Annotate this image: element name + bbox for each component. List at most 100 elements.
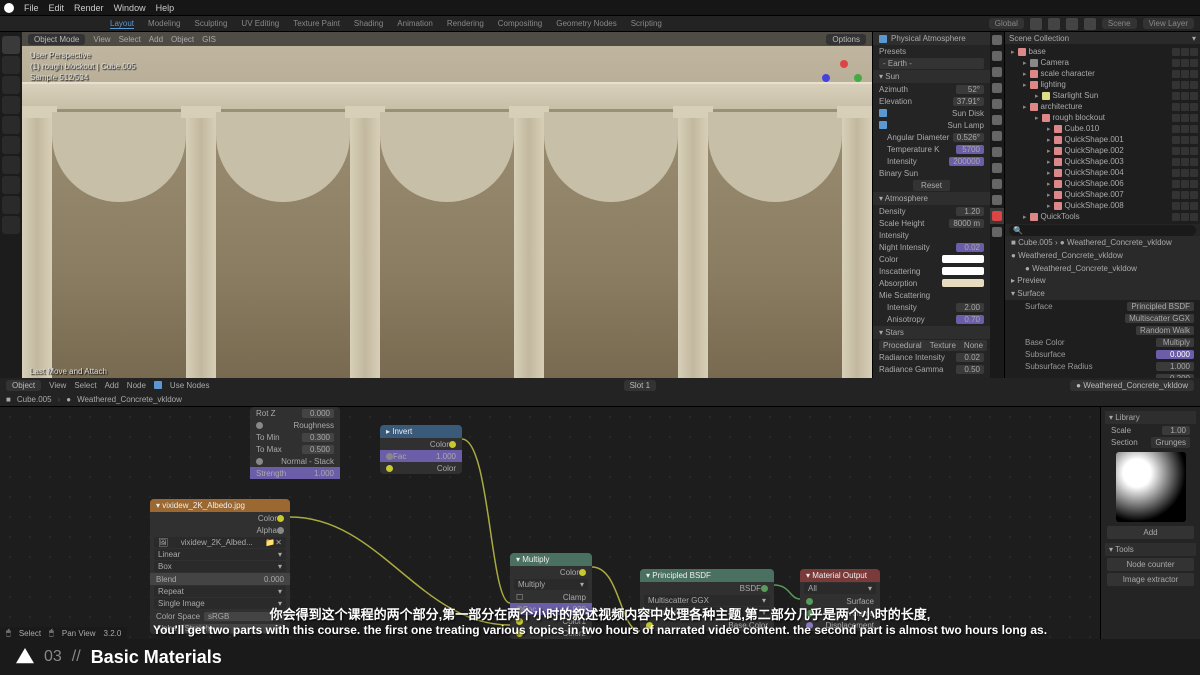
interp-dropdown[interactable]: Linear▾ xyxy=(154,549,286,560)
scene-dropdown[interactable]: Scene xyxy=(1102,18,1137,29)
reset-button[interactable]: Reset xyxy=(913,180,950,191)
proportional-icon[interactable] xyxy=(1048,18,1060,30)
preset-dropdown[interactable]: - Earth - xyxy=(879,58,984,69)
shading-icon[interactable] xyxy=(1066,18,1078,30)
menu-edit[interactable]: Edit xyxy=(49,3,65,13)
viewlayer-dropdown[interactable]: View Layer xyxy=(1143,18,1194,29)
surface-shader[interactable]: Principled BSDF xyxy=(1127,302,1194,311)
tab-modifiers[interactable] xyxy=(990,128,1004,144)
tab-world[interactable] xyxy=(990,96,1004,112)
outliner-item[interactable]: ▸Starlight Sun xyxy=(1007,90,1198,101)
addcube-tool[interactable] xyxy=(2,196,20,214)
ne-add[interactable]: Add xyxy=(105,381,119,390)
blend-mode[interactable]: Multiply▾ xyxy=(514,579,588,590)
absorb-swatch[interactable] xyxy=(942,279,984,287)
tab-scripting[interactable]: Scripting xyxy=(631,19,662,28)
inscat-swatch[interactable] xyxy=(942,267,984,275)
outliner-item[interactable]: ▸QuickShape.007 xyxy=(1007,189,1198,200)
3d-viewport[interactable]: Object Mode View Select Add Object GIS O… xyxy=(22,32,872,378)
mode-dropdown[interactable]: Object Mode xyxy=(28,34,85,45)
tab-output[interactable] xyxy=(990,48,1004,64)
tab-shading[interactable]: Shading xyxy=(354,19,383,28)
stars-section[interactable]: ▾ Stars xyxy=(873,326,990,339)
outliner-item[interactable]: ▸Cube.010 xyxy=(1007,123,1198,134)
tab-material[interactable] xyxy=(990,208,1004,224)
tab-geonodes[interactable]: Geometry Nodes xyxy=(556,19,616,28)
outliner-item[interactable]: ▸QuickTools xyxy=(1007,211,1198,222)
tab-animation[interactable]: Animation xyxy=(397,19,433,28)
transform-tool[interactable] xyxy=(2,136,20,154)
ne-select[interactable]: Select xyxy=(74,381,96,390)
use-nodes-check[interactable] xyxy=(154,381,162,389)
tab-scene[interactable] xyxy=(990,80,1004,96)
outliner-item[interactable]: ▸QuickShape.006 xyxy=(1007,178,1198,189)
move-tool[interactable] xyxy=(2,76,20,94)
node-mode[interactable]: Object xyxy=(6,380,41,391)
surface-header[interactable]: ▾ Surface xyxy=(1005,287,1200,300)
sunlamp-check[interactable] xyxy=(879,121,887,129)
cursor-tool[interactable] xyxy=(2,56,20,74)
slot-dropdown[interactable]: Slot 1 xyxy=(624,380,656,391)
tab-texpaint[interactable]: Texture Paint xyxy=(293,19,340,28)
image-browse[interactable]: 🖼vixidew_2K_Albed...📁✕ xyxy=(154,537,286,548)
outliner-item[interactable]: ▸scale character xyxy=(1007,68,1198,79)
select-tool[interactable] xyxy=(2,36,20,54)
ne-node[interactable]: Node xyxy=(127,381,146,390)
material-prop[interactable]: Multiscatter GGX xyxy=(1005,312,1200,324)
tab-view[interactable] xyxy=(990,64,1004,80)
outliner-item[interactable]: ▸base xyxy=(1007,46,1198,57)
sundisk-check[interactable] xyxy=(879,109,887,117)
section-dd[interactable]: Grunges xyxy=(1151,437,1190,448)
tab-particles[interactable] xyxy=(990,144,1004,160)
filter-icon[interactable]: ▾ xyxy=(1192,34,1196,43)
outliner-item[interactable]: ▸QuickShape.003 xyxy=(1007,156,1198,167)
outliner-item[interactable]: ▸QuickShape.002 xyxy=(1007,145,1198,156)
outliner-item[interactable]: ▸QuickShape.008 xyxy=(1007,200,1198,211)
tab-physics[interactable] xyxy=(990,160,1004,176)
sun-section[interactable]: ▾ Sun xyxy=(873,70,990,83)
tab-uv[interactable]: UV Editing xyxy=(241,19,279,28)
node-counter-btn[interactable]: Node counter xyxy=(1107,558,1194,571)
vp-menu-view[interactable]: View xyxy=(93,35,110,44)
vp-menu-add[interactable]: Add xyxy=(149,35,163,44)
outliner-item[interactable]: ▸architecture xyxy=(1007,101,1198,112)
annotate-tool[interactable] xyxy=(2,156,20,174)
atmos-section[interactable]: ▾ Atmosphere xyxy=(873,192,990,205)
material-prop[interactable]: Subsurface Radius1.000 xyxy=(1005,360,1200,372)
menu-help[interactable]: Help xyxy=(156,3,175,13)
mat-slot[interactable]: ● Weathered_Concrete_vkldow xyxy=(1005,249,1200,262)
search-input[interactable] xyxy=(1009,225,1196,236)
tab-data[interactable] xyxy=(990,192,1004,208)
vp-menu-select[interactable]: Select xyxy=(119,35,141,44)
vp-options[interactable]: Options xyxy=(826,34,866,45)
target-dropdown[interactable]: All▾ xyxy=(804,583,876,594)
menu-file[interactable]: File xyxy=(24,3,39,13)
menu-window[interactable]: Window xyxy=(114,3,146,13)
add-button[interactable]: Add xyxy=(1107,526,1194,539)
material-prop[interactable]: Base ColorMultiply xyxy=(1005,336,1200,348)
tab-compositing[interactable]: Compositing xyxy=(498,19,542,28)
node-mat-name[interactable]: ● Weathered_Concrete_vkldow xyxy=(1070,380,1194,391)
tab-rendering[interactable]: Rendering xyxy=(447,19,484,28)
tab-sculpting[interactable]: Sculpting xyxy=(195,19,228,28)
extra-tool[interactable] xyxy=(2,216,20,234)
snap-icon[interactable] xyxy=(1030,18,1042,30)
node-invert[interactable]: ▸ Invert Color Fac1.000 Color xyxy=(380,425,462,474)
ext-dropdown[interactable]: Repeat▾ xyxy=(154,586,286,597)
orientation-dropdown[interactable]: Global xyxy=(989,18,1024,29)
atmos-header[interactable]: Physical Atmosphere xyxy=(873,32,990,45)
mat-name-field[interactable]: ● Weathered_Concrete_vkldow xyxy=(1025,264,1137,273)
tab-object[interactable] xyxy=(990,112,1004,128)
nav-gizmo[interactable] xyxy=(822,60,862,100)
preview-header[interactable]: ▸ Preview xyxy=(1005,274,1200,287)
outliner-item[interactable]: ▸Camera xyxy=(1007,57,1198,68)
outliner-item[interactable]: ▸QuickShape.004 xyxy=(1007,167,1198,178)
vp-menu-gis[interactable]: GIS xyxy=(202,35,216,44)
material-prop[interactable]: Subsurface0.000 xyxy=(1005,348,1200,360)
tab-render[interactable] xyxy=(990,32,1004,48)
proj-dropdown[interactable]: Box▾ xyxy=(154,561,286,572)
menu-render[interactable]: Render xyxy=(74,3,104,13)
outliner-item[interactable]: ▸lighting xyxy=(1007,79,1198,90)
color-swatch[interactable] xyxy=(942,255,984,263)
scale-tool[interactable] xyxy=(2,116,20,134)
